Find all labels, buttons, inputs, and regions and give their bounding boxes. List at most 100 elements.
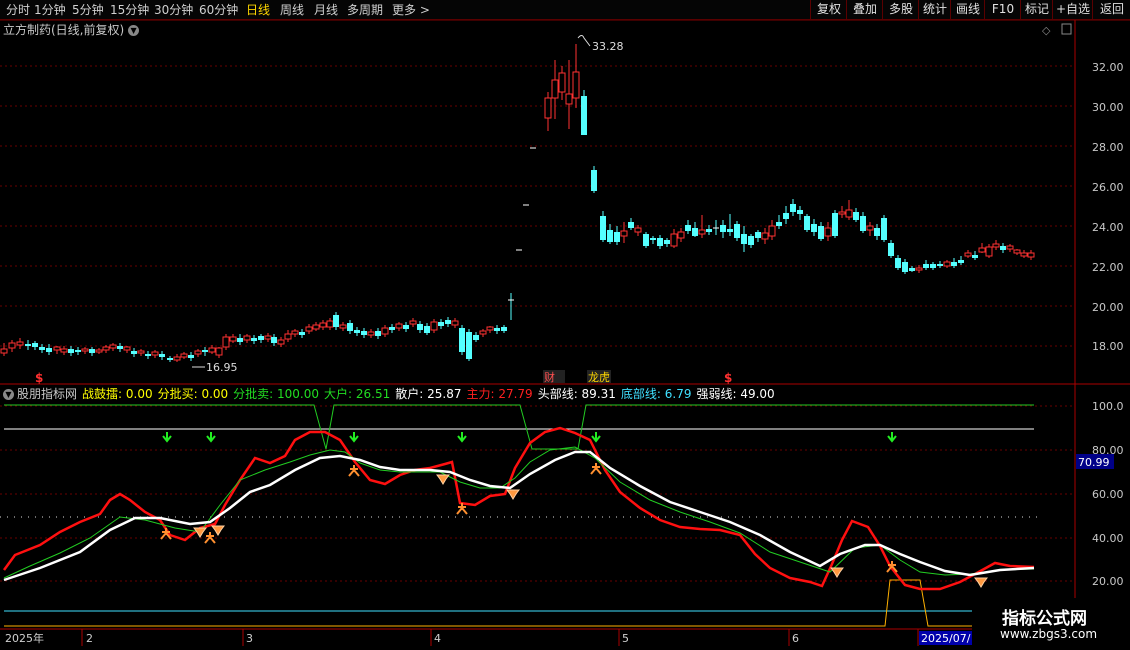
- candle-body: [389, 327, 395, 330]
- candle-body: [692, 228, 698, 236]
- candle-body: [202, 350, 208, 352]
- diamond-icon[interactable]: ◇: [1042, 24, 1051, 37]
- retail-line: [3, 450, 1035, 582]
- candle-body: [1020, 252, 1028, 257]
- event-tag-dividend-2[interactable]: $: [724, 371, 732, 385]
- candle-body: [698, 229, 706, 235]
- price-axis-label: 18.00: [1092, 340, 1124, 353]
- candle-body: [145, 354, 151, 356]
- candle-body: [109, 344, 117, 349]
- candle-body: [466, 332, 472, 359]
- candle-body: [39, 347, 45, 350]
- candle-body: [501, 327, 507, 331]
- price-grid: [0, 65, 1075, 347]
- candle-body: [180, 353, 188, 358]
- price-axis-label: 30.00: [1092, 101, 1124, 114]
- candle-body: [600, 216, 606, 240]
- candle-body: [628, 222, 634, 228]
- candle-body: [838, 211, 846, 215]
- sell-arrow-icon: [457, 432, 467, 443]
- candle-body: [544, 97, 552, 119]
- candle-body: [473, 335, 479, 340]
- high-marker-arrow: [577, 35, 591, 47]
- candle-body: [494, 328, 500, 331]
- candle-body: [650, 238, 656, 240]
- candle-body: [16, 341, 24, 346]
- candle-body: [258, 336, 264, 340]
- current-value-label: 70.99: [1078, 456, 1110, 469]
- candle-body: [915, 267, 923, 271]
- candle-body: [824, 227, 832, 237]
- candle-body: [299, 332, 305, 335]
- watermark-title: 指标公式网: [1002, 609, 1087, 629]
- candle-body: [643, 234, 649, 246]
- candle-body: [620, 230, 628, 237]
- candle-body: [424, 326, 430, 333]
- candle-body: [677, 231, 685, 239]
- time-axis-label: 3: [246, 632, 253, 645]
- candle-body: [95, 349, 103, 353]
- candle-body: [395, 323, 403, 329]
- candle-body: [776, 222, 782, 226]
- candle-body: [790, 204, 796, 212]
- candle-body: [264, 335, 272, 340]
- candle-body: [339, 324, 347, 329]
- candle-body: [881, 218, 887, 240]
- chart-canvas[interactable]: ◇ 33.28 16.95 $ 财 龙虎 $ 32.00 30.00 28.00…: [0, 0, 1130, 650]
- candle-body: [347, 323, 353, 331]
- candle-body: [720, 225, 726, 232]
- candle-body: [438, 322, 444, 326]
- cursor-date-label: 2025/07/: [921, 632, 971, 645]
- candle-body: [486, 326, 494, 331]
- sell-arrow-icon: [887, 432, 897, 443]
- main-force-line: [2, 426, 1035, 591]
- candle-body: [237, 338, 243, 342]
- candle-body: [607, 230, 613, 242]
- candle-body: [572, 71, 580, 99]
- event-tag-finance[interactable]: 财: [544, 370, 555, 384]
- candle-body: [1000, 246, 1006, 250]
- candle-body: [761, 232, 769, 240]
- sell-arrow-icon: [206, 432, 216, 443]
- candle-body: [8, 342, 16, 349]
- price-axis-label: 28.00: [1092, 141, 1124, 154]
- indicator-axis-label: 60.00: [1092, 488, 1124, 501]
- candle-body: [375, 331, 381, 336]
- event-tag-dividend[interactable]: $: [35, 371, 43, 385]
- price-axis-label: 24.00: [1092, 221, 1124, 234]
- candle-body: [409, 320, 417, 325]
- event-tag-dragon-tiger[interactable]: 龙虎: [588, 371, 610, 384]
- panel-toggle-icon[interactable]: [1061, 23, 1072, 35]
- candle-body: [81, 348, 89, 352]
- candle-body: [222, 336, 230, 348]
- diamond-signal-icon: [830, 567, 844, 578]
- candle-body: [32, 343, 38, 347]
- price-axis-label: 32.00: [1092, 61, 1124, 74]
- candle-body: [333, 315, 339, 327]
- indicator-axis-label: 100.0: [1092, 400, 1124, 413]
- candle-body: [173, 356, 181, 361]
- candle-body: [25, 344, 31, 346]
- candle-body: [972, 255, 978, 258]
- time-axis-label: 4: [434, 632, 441, 645]
- candle-body: [229, 336, 237, 342]
- candle-body: [664, 240, 670, 244]
- candle-body: [319, 322, 327, 328]
- time-axis-label: 6: [792, 632, 799, 645]
- candle-body: [451, 320, 459, 326]
- candle-body: [354, 330, 360, 333]
- sell-arrow-icon: [591, 432, 601, 443]
- time-axis-label: 2025年: [5, 631, 44, 645]
- candle-body: [860, 216, 866, 231]
- candle-body: [657, 238, 663, 246]
- diamond-signal-icon: [211, 525, 225, 536]
- candle-body: [430, 321, 438, 331]
- candle-body: [277, 339, 285, 345]
- candle-body: [60, 348, 68, 353]
- candle-body: [46, 348, 52, 352]
- candle-body: [326, 320, 334, 328]
- candle-body: [958, 260, 964, 263]
- candle-body: [367, 331, 375, 336]
- candle-body: [978, 247, 986, 253]
- candle-body: [797, 210, 803, 214]
